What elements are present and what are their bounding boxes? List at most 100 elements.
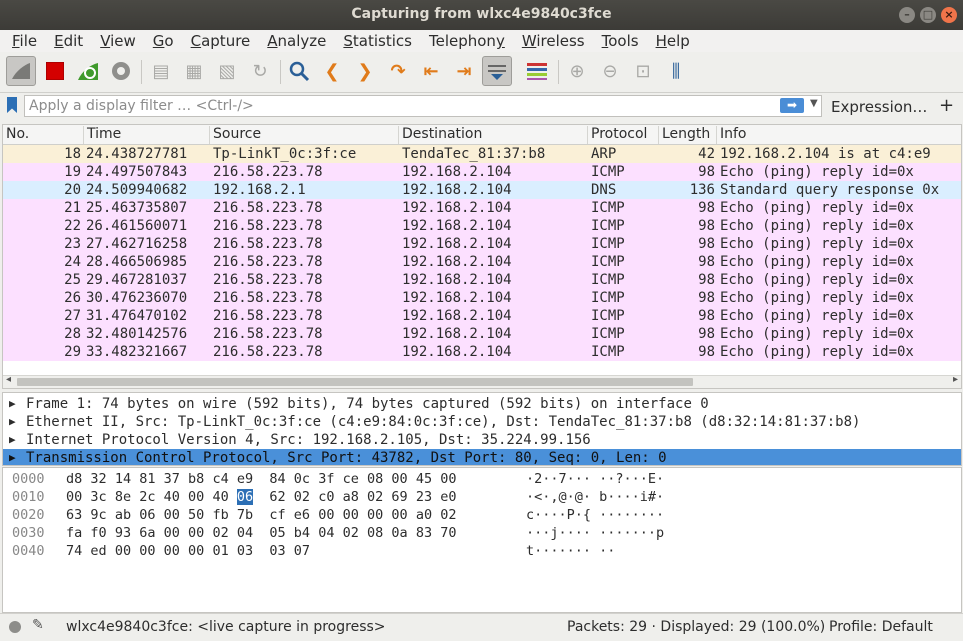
- packet-cell-info: 192.168.2.104 is at c4:e9: [720, 146, 931, 162]
- column-header-info[interactable]: Info: [717, 126, 961, 144]
- maximize-button[interactable]: □: [920, 7, 936, 23]
- menu-go[interactable]: Go: [145, 30, 183, 52]
- capture-options-gear-icon[interactable]: [106, 56, 136, 86]
- packet-row[interactable]: 21 25.463735807 216.58.223.78 192.168.2.104…: [3, 199, 961, 217]
- normal-size-icon[interactable]: ⊡: [628, 56, 658, 86]
- expand-arrow-icon[interactable]: ▶: [9, 449, 16, 465]
- packet-cell-proto: ICMP: [591, 344, 625, 360]
- packet-list-horizontal-scrollbar[interactable]: ◂ ▸: [3, 374, 961, 388]
- column-header-no[interactable]: No.: [3, 126, 84, 144]
- close-file-icon[interactable]: ▧: [212, 56, 242, 86]
- packet-cell-len: 136: [689, 182, 715, 198]
- expand-arrow-icon[interactable]: ▶: [9, 395, 16, 413]
- capture-comment-edit-icon[interactable]: ✎: [32, 617, 44, 633]
- go-back-arrow-icon[interactable]: ❮: [317, 56, 347, 86]
- detail-tree-item[interactable]: ▶ Internet Protocol Version 4, Src: 192.1…: [3, 431, 961, 449]
- menu-tools[interactable]: Tools: [594, 30, 648, 52]
- status-bar: ✎ wlxc4e9840c3fce: <live capture in prog…: [0, 613, 963, 641]
- menu-help[interactable]: Help: [648, 30, 699, 52]
- title-bar: Capturing from wlxc4e9840c3fce – □ ×: [0, 0, 963, 30]
- menu-statistics[interactable]: Statistics: [335, 30, 421, 52]
- menu-capture[interactable]: Capture: [183, 30, 260, 52]
- packet-row[interactable]: 28 32.480142576 216.58.223.78 192.168.2.104…: [3, 325, 961, 343]
- column-header-destination[interactable]: Destination: [399, 126, 588, 144]
- resize-columns-icon[interactable]: ⫼: [661, 56, 691, 86]
- hex-bytes[interactable]: fa f0 93 6a 00 00 02 04 05 b4 04 02 08 0…: [66, 524, 456, 542]
- packet-row[interactable]: 19 24.497507843 216.58.223.78 192.168.2.104…: [3, 163, 961, 181]
- hex-bytes[interactable]: d8 32 14 81 37 b8 c4 e9 84 0c 3f ce 08 0…: [66, 470, 456, 488]
- detail-tree-item[interactable]: ▶ Frame 1: 74 bytes on wire (592 bits), 7…: [3, 395, 961, 413]
- column-header-time[interactable]: Time: [84, 126, 210, 144]
- packet-row[interactable]: 24 28.466506985 216.58.223.78 192.168.2.104…: [3, 253, 961, 271]
- detail-tree-item[interactable]: ▶ Transmission Control Protocol, Src Port…: [3, 449, 961, 465]
- reload-file-icon[interactable]: ↻: [245, 56, 275, 86]
- packet-row[interactable]: 20 24.509940682 192.168.2.1 192.168.2.104 DN…: [3, 181, 961, 199]
- first-packet-icon[interactable]: ⇤: [416, 56, 446, 86]
- colorize-icon[interactable]: [522, 56, 552, 86]
- close-button[interactable]: ×: [941, 7, 957, 23]
- hex-ascii[interactable]: ···j···· ·······p: [526, 524, 664, 542]
- packet-row[interactable]: 29 33.482321667 216.58.223.78 192.168.2.104…: [3, 343, 961, 361]
- packet-row[interactable]: 25 29.467281037 216.58.223.78 192.168.2.104…: [3, 271, 961, 289]
- expert-info-led-icon[interactable]: [9, 621, 21, 633]
- column-header-source[interactable]: Source: [210, 126, 399, 144]
- save-file-icon[interactable]: ▦: [179, 56, 209, 86]
- packet-count-text: Packets: 29 · Displayed: 29 (100.0%): [567, 619, 826, 635]
- start-capture-fin-icon[interactable]: [6, 56, 36, 86]
- hex-ascii[interactable]: t······· ··: [526, 542, 615, 560]
- packet-cell-no: 24: [64, 254, 81, 270]
- detail-tree-item[interactable]: ▶ Ethernet II, Src: Tp-LinkT_0c:3f:ce (c4…: [3, 413, 961, 431]
- filter-history-dropdown-icon[interactable]: ▼: [810, 98, 818, 109]
- scroll-right-arrow-icon[interactable]: ▸: [953, 374, 958, 385]
- hex-bytes[interactable]: 00 3c 8e 2c 40 00 40 06 62 02 c0 a8 02 6…: [66, 488, 456, 506]
- menu-edit[interactable]: Edit: [46, 30, 92, 52]
- expression-button[interactable]: Expression…: [831, 98, 927, 116]
- profile-selector[interactable]: Profile: Default: [829, 619, 933, 635]
- hex-row: 0040 74 ed 00 00 00 00 01 03 03 07 t······…: [3, 542, 961, 560]
- packet-cell-proto: ICMP: [591, 218, 625, 234]
- menu-analyze[interactable]: Analyze: [259, 30, 335, 52]
- autoscroll-icon[interactable]: [482, 56, 512, 86]
- display-filter-input[interactable]: Apply a display filter … <Ctrl-/>: [24, 95, 822, 117]
- add-filter-button[interactable]: +: [939, 95, 954, 116]
- menu-view[interactable]: View: [92, 30, 145, 52]
- expand-arrow-icon[interactable]: ▶: [9, 413, 16, 431]
- menu-wireless[interactable]: Wireless: [514, 30, 594, 52]
- packet-row[interactable]: 22 26.461560071 216.58.223.78 192.168.2.104…: [3, 217, 961, 235]
- hex-offset: 0040: [12, 543, 45, 559]
- column-header-protocol[interactable]: Protocol: [588, 126, 659, 144]
- bookmark-icon[interactable]: [7, 97, 17, 113]
- minimize-button[interactable]: –: [899, 7, 915, 23]
- go-forward-arrow-icon[interactable]: ❯: [350, 56, 380, 86]
- scroll-left-arrow-icon[interactable]: ◂: [6, 374, 11, 385]
- apply-filter-arrow-icon[interactable]: ➡: [780, 98, 804, 113]
- menu-file[interactable]: File: [4, 30, 46, 52]
- scrollbar-thumb[interactable]: [17, 378, 693, 386]
- go-to-packet-icon[interactable]: ↷: [383, 56, 413, 86]
- packet-cell-time: 33.482321667: [86, 344, 188, 360]
- hex-ascii[interactable]: c····P·{ ········: [526, 506, 664, 524]
- restart-capture-fin-icon[interactable]: [73, 56, 103, 86]
- hex-bytes[interactable]: 74 ed 00 00 00 00 01 03 03 07: [66, 542, 310, 560]
- packet-cell-info: Echo (ping) reply id=0x: [720, 218, 914, 234]
- packet-row[interactable]: 23 27.462716258 216.58.223.78 192.168.2.104…: [3, 235, 961, 253]
- packet-cell-no: 22: [64, 218, 81, 234]
- zoom-in-icon[interactable]: ⊕: [562, 56, 592, 86]
- zoom-out-icon[interactable]: ⊖: [595, 56, 625, 86]
- hex-ascii[interactable]: ·2··7··· ··?···E·: [526, 470, 664, 488]
- column-header-length[interactable]: Length: [659, 126, 717, 144]
- last-packet-icon[interactable]: ⇥: [449, 56, 479, 86]
- find-packet-search-icon[interactable]: [284, 56, 314, 86]
- packet-cell-no: 21: [64, 200, 81, 216]
- packet-row[interactable]: 27 31.476470102 216.58.223.78 192.168.2.104…: [3, 307, 961, 325]
- menu-telephony[interactable]: Telephony: [421, 30, 514, 52]
- packet-cell-info: Echo (ping) reply id=0x: [720, 164, 914, 180]
- packet-row[interactable]: 18 24.438727781 Tp-LinkT_0c:3f:ce TendaTec_…: [3, 145, 961, 163]
- stop-capture-button[interactable]: [40, 56, 70, 86]
- hex-bytes[interactable]: 63 9c ab 06 00 50 fb 7b cf e6 00 00 00 0…: [66, 506, 456, 524]
- open-file-icon[interactable]: ▤: [146, 56, 176, 86]
- hex-ascii[interactable]: ·<·,@·@· b····i#·: [526, 488, 664, 506]
- packet-row[interactable]: 26 30.476236070 216.58.223.78 192.168.2.104…: [3, 289, 961, 307]
- packet-cell-info: Echo (ping) reply id=0x: [720, 290, 914, 306]
- expand-arrow-icon[interactable]: ▶: [9, 431, 16, 449]
